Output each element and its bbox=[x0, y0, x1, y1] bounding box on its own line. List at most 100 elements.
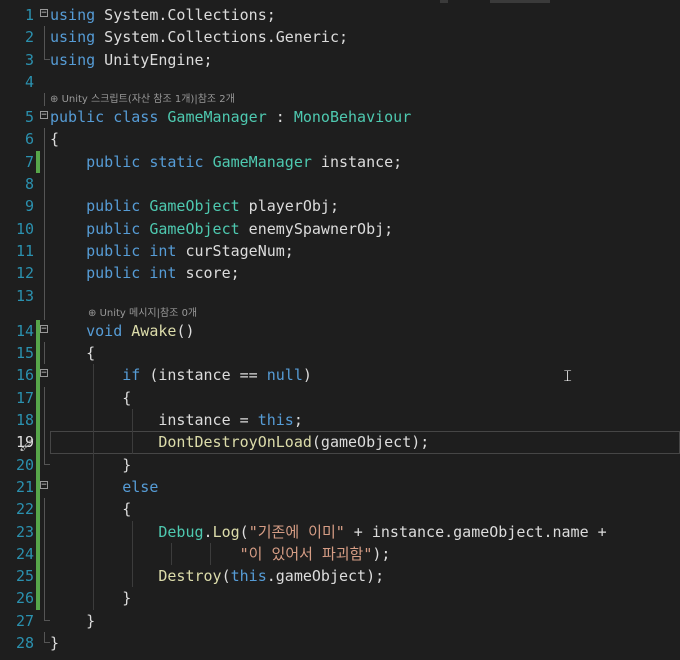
code-text[interactable]: using System.Collections; bbox=[50, 4, 276, 26]
code-text[interactable]: public static GameManager instance; bbox=[50, 151, 402, 173]
line-number: 26 bbox=[15, 589, 34, 608]
code-text[interactable]: } bbox=[50, 632, 59, 654]
collapse-icon[interactable] bbox=[40, 9, 48, 17]
code-text[interactable]: public GameObject enemySpawnerObj; bbox=[50, 218, 393, 240]
code-line[interactable]: 22 { bbox=[0, 498, 680, 521]
code-text[interactable]: Destroy(this.gameObject); bbox=[50, 565, 384, 587]
code-token: GameObject bbox=[149, 219, 240, 238]
code-token: using bbox=[50, 28, 96, 47]
code-text[interactable]: { bbox=[50, 342, 95, 364]
code-text[interactable]: { bbox=[50, 498, 131, 520]
code-token: instance = bbox=[50, 411, 258, 430]
code-token: Debug bbox=[158, 522, 204, 541]
line-number: 2 bbox=[24, 28, 34, 47]
code-line[interactable]: 14 void Awake() bbox=[0, 319, 680, 343]
code-line[interactable]: 23 Debug.Log("기존에 이미" + instance.gameObj… bbox=[0, 520, 680, 543]
code-text[interactable]: instance = this; bbox=[50, 409, 303, 431]
code-token: GameManager bbox=[167, 108, 267, 127]
code-token: ; bbox=[293, 411, 303, 430]
code-text[interactable]: "이 있어서 파괴함"); bbox=[50, 543, 391, 565]
code-text[interactable]: DontDestroyOnLoad(gameObject); bbox=[50, 431, 429, 453]
collapse-icon[interactable] bbox=[40, 369, 48, 378]
code-line[interactable]: 7 public static GameManager instance; bbox=[0, 150, 680, 174]
code-token: public bbox=[86, 197, 141, 216]
code-text[interactable]: void Awake() bbox=[50, 320, 194, 342]
code-token: public bbox=[86, 241, 141, 260]
code-text[interactable]: using UnityEngine; bbox=[50, 49, 213, 71]
code-line[interactable]: 16 if (instance == null) bbox=[0, 364, 680, 387]
collapse-icon[interactable] bbox=[40, 480, 48, 489]
code-line[interactable]: 21 else bbox=[0, 475, 680, 499]
codelens-hint[interactable]: ⊕ Unity 메시지|참조 0개 bbox=[0, 306, 680, 320]
code-text[interactable]: { bbox=[50, 387, 131, 409]
code-line[interactable]: 28} bbox=[0, 632, 680, 654]
code-text[interactable]: else bbox=[50, 476, 158, 498]
code-token: System.Collections; bbox=[95, 6, 276, 24]
code-text[interactable]: public int curStageNum; bbox=[50, 240, 294, 262]
unity-icon: ⊕ bbox=[50, 94, 62, 106]
line-number: 20 bbox=[15, 455, 34, 474]
code-text[interactable]: { bbox=[50, 128, 59, 150]
code-text[interactable]: public class GameManager : MonoBehaviour bbox=[50, 106, 411, 128]
code-line[interactable]: 6{ bbox=[0, 128, 680, 151]
code-text[interactable]: if (instance == null) bbox=[50, 364, 312, 386]
code-token: (instance == bbox=[140, 366, 267, 385]
line-number: 16 bbox=[15, 366, 34, 385]
code-line[interactable]: 15 { bbox=[0, 342, 680, 365]
code-text[interactable]: public int score; bbox=[50, 262, 240, 284]
code-editor[interactable]: 1 using System.Collections; 2 using System.… bbox=[0, 4, 680, 654]
line-number: 15 bbox=[15, 344, 34, 363]
code-line[interactable]: 9 public GameObject playerObj; bbox=[0, 195, 680, 218]
code-line[interactable]: 11 public int curStageNum; bbox=[0, 239, 680, 263]
code-text[interactable]: using System.Collections.Generic; bbox=[50, 26, 348, 48]
code-line[interactable]: 10 public GameObject enemySpawnerObj; bbox=[0, 217, 680, 240]
fold-guide bbox=[44, 542, 45, 566]
code-line[interactable]: 1 using System.Collections; bbox=[0, 4, 680, 26]
code-line[interactable]: 4 bbox=[0, 71, 680, 93]
fold-guide bbox=[44, 306, 45, 320]
fold-guide bbox=[44, 195, 45, 218]
code-text[interactable]: } bbox=[50, 587, 131, 609]
line-number: 27 bbox=[15, 611, 34, 630]
code-line[interactable]: 24 "이 있어서 파괴함"); bbox=[0, 542, 680, 566]
change-marker bbox=[36, 150, 40, 174]
code-line[interactable]: 19 🖌 DontDestroyOnLoad(gameObject); bbox=[0, 431, 680, 454]
code-line[interactable]: 3 using UnityEngine; bbox=[0, 48, 680, 71]
scroll-marker bbox=[440, 0, 448, 3]
collapse-icon[interactable] bbox=[40, 324, 48, 333]
line-number: 23 bbox=[15, 522, 34, 541]
code-line[interactable]: 26 } bbox=[0, 587, 680, 610]
code-token: GameManager bbox=[212, 152, 312, 171]
codelens-text[interactable]: Unity 메시지|참조 0개 bbox=[100, 308, 198, 319]
code-line[interactable]: 5 public class GameManager : MonoBehaviou… bbox=[0, 106, 680, 128]
code-line[interactable]: 8 bbox=[0, 173, 680, 196]
code-token: { bbox=[50, 344, 96, 363]
unity-icon: ⊕ bbox=[88, 307, 100, 319]
code-line[interactable]: 17 { bbox=[0, 386, 680, 410]
code-text[interactable]: public GameObject playerObj; bbox=[50, 195, 339, 217]
code-text[interactable]: Debug.Log("기존에 이미" + instance.gameObject… bbox=[50, 521, 606, 543]
code-token: instance; bbox=[311, 152, 403, 171]
code-text[interactable]: } bbox=[50, 454, 131, 476]
code-line[interactable]: 2 using System.Collections.Generic; bbox=[0, 26, 680, 49]
code-token: "이 있어서 파괴함" bbox=[239, 544, 373, 563]
code-line[interactable]: 25 Destroy(this.gameObject); bbox=[0, 565, 680, 588]
code-line[interactable]: 13 bbox=[0, 284, 680, 307]
code-token: using bbox=[50, 50, 96, 69]
collapse-icon[interactable] bbox=[40, 111, 48, 120]
code-line[interactable]: 12 public int score; bbox=[0, 262, 680, 285]
code-token: { bbox=[50, 388, 132, 407]
code-line[interactable]: 27 } bbox=[0, 609, 680, 632]
code-line[interactable]: 18 instance = this; bbox=[0, 409, 680, 432]
code-token: Awake bbox=[131, 321, 177, 340]
code-line[interactable]: 20 } bbox=[0, 453, 680, 476]
code-text[interactable]: } bbox=[50, 610, 95, 632]
codelens-text[interactable]: Unity 스크립트(자산 참조 1개)|참조 2개 bbox=[62, 94, 235, 105]
codelens-hint[interactable]: ⊕ Unity 스크립트(자산 참조 1개)|참조 2개 bbox=[0, 93, 680, 107]
line-number: 1 bbox=[24, 6, 34, 24]
